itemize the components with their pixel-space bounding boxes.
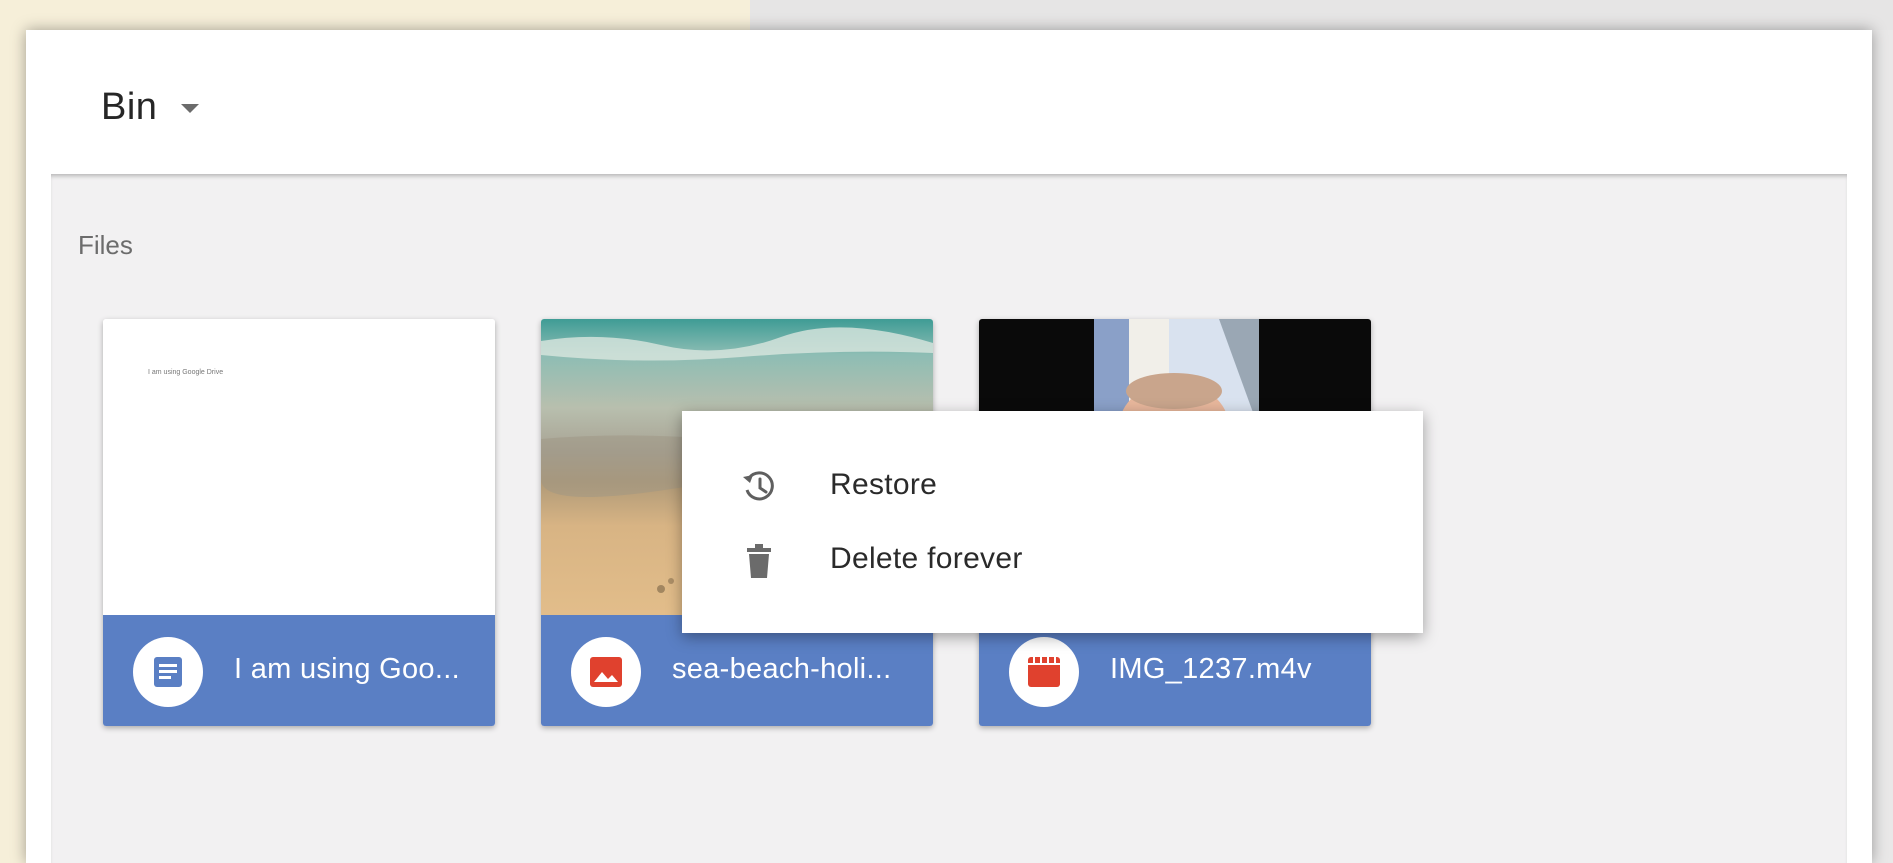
page-header: Bin [26, 30, 1872, 174]
menu-item-label: Restore [830, 468, 938, 501]
menu-item-label: Delete forever [830, 542, 1023, 575]
context-menu: Restore Delete forever [682, 411, 1423, 633]
doc-preview-text: I am using Google Drive [148, 369, 224, 376]
section-label-files: Files [78, 230, 133, 260]
menu-item-delete-forever[interactable]: Delete forever [682, 523, 1423, 597]
file-card-footer[interactable]: I am using Goo... [103, 615, 495, 726]
file-name: sea-beach-holi... [672, 653, 892, 685]
background-top [750, 0, 1893, 30]
trash-icon [739, 540, 779, 580]
file-card-doc[interactable]: I am using Google Drive I am using Goo..… [103, 319, 495, 726]
file-name: IMG_1237.m4v [1110, 653, 1312, 685]
restore-icon [739, 466, 779, 506]
file-name: I am using Goo... [234, 653, 460, 685]
video-icon [1009, 637, 1079, 707]
image-icon [571, 637, 641, 707]
menu-item-restore[interactable]: Restore [682, 449, 1423, 523]
doc-icon [133, 637, 203, 707]
caret-down-icon[interactable] [181, 104, 199, 113]
page-title[interactable]: Bin [101, 86, 157, 129]
file-thumbnail: I am using Google Drive [103, 319, 495, 615]
